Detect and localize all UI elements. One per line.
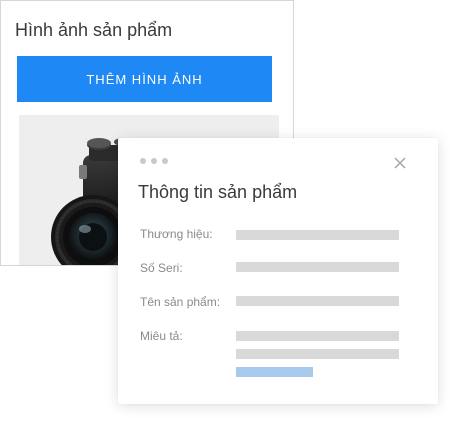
window-dots-icon — [140, 158, 168, 164]
close-icon[interactable] — [392, 155, 408, 171]
dot — [151, 158, 157, 164]
stage: Hình ảnh sản phẩm THÊM HÌNH ẢNH Thông ti… — [0, 0, 457, 428]
brand-value-placeholder — [236, 230, 399, 240]
product-name-label: Tên sản phẩm: — [140, 295, 221, 309]
brand-label: Thương hiệu: — [140, 227, 213, 241]
images-panel-title: Hình ảnh sản phẩm — [15, 20, 173, 40]
description-label: Miêu tả: — [140, 329, 183, 343]
add-image-button[interactable]: THÊM HÌNH ẢNH — [17, 56, 272, 102]
description-line-placeholder — [236, 331, 399, 341]
info-panel-title: Thông tin sản phẩm — [138, 182, 298, 202]
dot — [162, 158, 168, 164]
dot — [140, 158, 146, 164]
product-info-panel: Thông tin sản phẩm Thương hiệu: Số Seri:… — [118, 138, 438, 404]
description-accent-placeholder — [236, 367, 313, 377]
product-name-value-placeholder — [236, 296, 399, 306]
serial-value-placeholder — [236, 262, 399, 272]
serial-label: Số Seri: — [140, 261, 183, 275]
description-line-placeholder — [236, 349, 399, 359]
